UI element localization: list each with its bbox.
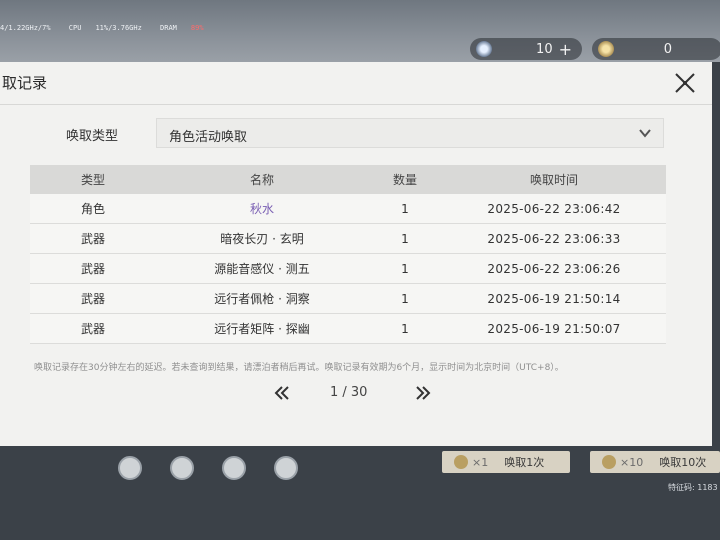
table-row: 武器 暗夜长刃 · 玄明 1 2025-06-22 23:06:33 <box>30 223 666 254</box>
pull-ticket-icon <box>454 455 468 469</box>
row-type: 武器 <box>30 223 156 254</box>
filter-label: 唤取类型 <box>66 129 119 144</box>
row-quantity: 1 <box>368 223 442 254</box>
add-currency-button[interactable]: + <box>559 40 582 59</box>
coin-icon <box>598 41 614 57</box>
pagination: 1 / 30 <box>270 380 440 406</box>
row-time: 2025-06-22 23:06:26 <box>442 253 666 284</box>
row-quantity: 1 <box>368 313 442 344</box>
dram-label: DRAM <box>160 24 177 32</box>
close-icon <box>675 73 695 93</box>
pull-type-value: 角色活动唤取 <box>169 130 248 145</box>
table-row: 武器 远行者矩阵 · 探幽 1 2025-06-19 21:50:07 <box>30 313 666 344</box>
star-crystal-icon <box>476 41 492 57</box>
row-type: 武器 <box>30 313 156 344</box>
table-row: 武器 远行者佩枪 · 洞察 1 2025-06-19 21:50:14 <box>30 283 666 314</box>
dialog-title: 取记录 <box>2 74 48 92</box>
previous-page-button[interactable] <box>272 383 292 403</box>
column-header-type: 类型 <box>30 165 156 194</box>
performance-overlay: 4/1.22GHz/7% CPU 11%/3.76GHz DRAM 89% <box>0 24 218 32</box>
pull-record-dialog: 取记录 唤取类型 角色活动唤取 类型 名称 数量 唤取时间 角色 秋水 1 20… <box>0 62 712 446</box>
table-header-row: 类型 名称 数量 唤取时间 <box>30 165 666 194</box>
table-row: 武器 源能音感仪 · 测五 1 2025-06-22 23:06:26 <box>30 253 666 284</box>
bottom-icon-row <box>118 456 298 480</box>
next-page-button[interactable] <box>413 383 433 403</box>
row-quantity: 1 <box>368 253 442 284</box>
column-header-quantity: 数量 <box>368 165 442 194</box>
history-icon[interactable] <box>274 456 298 480</box>
cpu-label: CPU <box>68 24 82 32</box>
row-type: 武器 <box>30 283 156 314</box>
feature-code-text: 特征码: 1183 <box>668 483 718 492</box>
row-type: 角色 <box>30 194 156 224</box>
pull-ten-label: 唤取10次 <box>659 456 707 469</box>
currency-coin-value: 0 <box>663 41 672 57</box>
currency-coin: 0 <box>592 38 720 60</box>
row-type: 武器 <box>30 253 156 284</box>
chevron-down-icon <box>639 129 651 138</box>
row-time: 2025-06-22 23:06:33 <box>442 223 666 254</box>
double-chevron-right-icon <box>416 386 431 400</box>
pull-ten-button[interactable]: ×10 唤取10次 <box>590 451 720 473</box>
row-name: 暗夜长刃 · 玄明 <box>156 223 368 254</box>
record-notice: 唤取记录存在30分钟左右的延迟。若未查询到结果，请漂泊者稍后再试。唤取记录有效期… <box>34 363 564 373</box>
info-icon[interactable] <box>222 456 246 480</box>
game-top-bar: 4/1.22GHz/7% CPU 11%/3.76GHz DRAM 89% 10 +… <box>0 0 720 62</box>
double-chevron-left-icon <box>274 386 289 400</box>
row-quantity: 1 <box>368 194 442 224</box>
pull-ticket-icon <box>602 455 616 469</box>
row-name: 秋水 <box>156 194 368 224</box>
table-row: 角色 秋水 1 2025-06-22 23:06:42 <box>30 194 666 224</box>
dialog-header: 取记录 <box>0 62 712 105</box>
page-indicator: 1 / 30 <box>330 385 368 400</box>
close-button[interactable] <box>672 70 698 96</box>
cpu-value: 11%/3.76GHz <box>95 24 142 32</box>
column-header-name: 名称 <box>156 165 368 194</box>
pull-once-label: 唤取1次 <box>504 456 545 469</box>
cpu-clock-text: 4/1.22GHz/7% <box>0 24 51 32</box>
row-quantity: 1 <box>368 283 442 314</box>
pull-record-table: 类型 名称 数量 唤取时间 角色 秋水 1 2025-06-22 23:06:4… <box>30 165 666 344</box>
record-icon[interactable] <box>170 456 194 480</box>
pull-once-button[interactable]: ×1 唤取1次 <box>442 451 570 473</box>
dram-value: 89% <box>190 24 204 32</box>
row-name: 远行者佩枪 · 洞察 <box>156 283 368 314</box>
pull-once-count: ×1 <box>472 455 489 469</box>
pull-type-select[interactable]: 角色活动唤取 <box>156 118 664 148</box>
pull-ten-count: ×10 <box>620 455 644 469</box>
row-time: 2025-06-19 21:50:14 <box>442 283 666 314</box>
column-header-time: 唤取时间 <box>442 165 666 194</box>
row-time: 2025-06-19 21:50:07 <box>442 313 666 344</box>
currency-crystal-value: 10 <box>536 41 553 57</box>
shop-icon[interactable] <box>118 456 142 480</box>
row-name: 远行者矩阵 · 探幽 <box>156 313 368 344</box>
row-name: 源能音感仪 · 测五 <box>156 253 368 284</box>
row-time: 2025-06-22 23:06:42 <box>442 194 666 224</box>
currency-crystal: 10 + <box>470 38 582 60</box>
